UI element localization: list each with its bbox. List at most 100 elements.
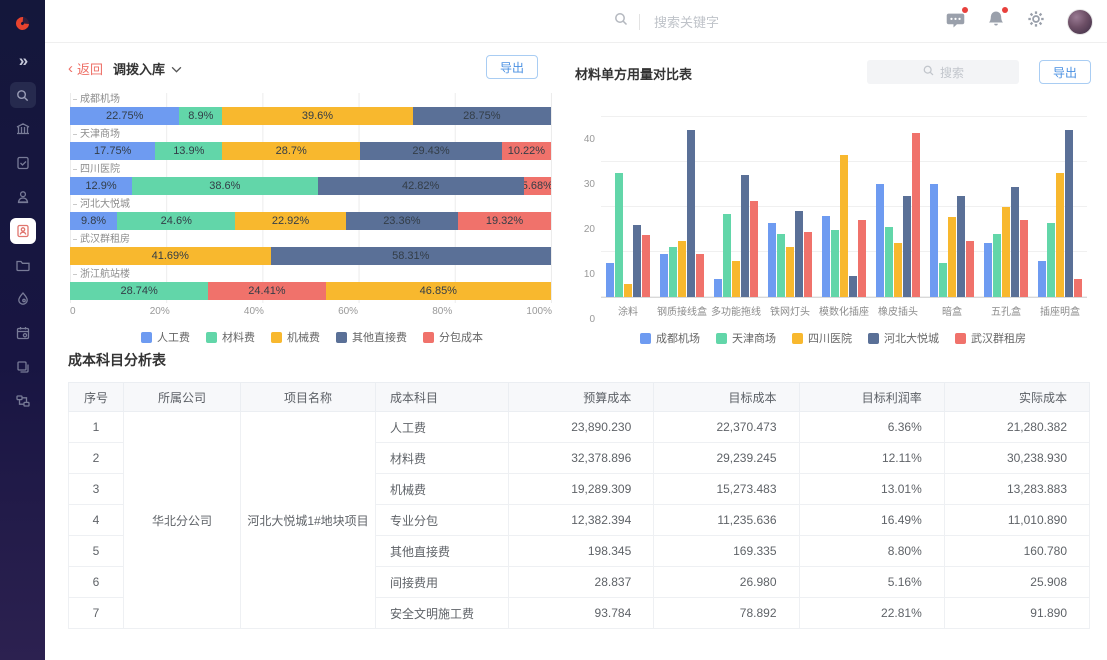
- report-type-dropdown[interactable]: 调拨入库: [113, 59, 182, 78]
- legend-swatch: [336, 332, 347, 343]
- cell-subject: 人工费: [376, 412, 509, 443]
- cell-number: 169.335: [654, 536, 799, 567]
- cost-table-section: 成本科目分析表 序号所属公司项目名称成本科目预算成本目标成本目标利润率实际成本 …: [68, 350, 1090, 629]
- stacked-bar-row: 浙江航站楼28.74%24.41%46.85%: [70, 268, 551, 303]
- bar: [1038, 261, 1046, 297]
- sidebar-item-resources[interactable]: [10, 286, 36, 312]
- bar-group: [1033, 108, 1087, 297]
- x-category-label: 五孔盒: [979, 303, 1033, 318]
- legend-item[interactable]: 分包成本: [423, 329, 483, 345]
- legend-label: 成都机场: [656, 330, 700, 346]
- legend-item[interactable]: 武汉群租房: [955, 330, 1026, 346]
- x-tick-label: 100%: [526, 306, 552, 317]
- sidebar-collapse-button[interactable]: »: [10, 48, 36, 74]
- cell-number: 91.890: [944, 598, 1089, 629]
- cell-number: 16.49%: [799, 505, 944, 536]
- search-input[interactable]: 搜索关键字: [654, 12, 719, 31]
- settings-button[interactable]: [1027, 10, 1045, 33]
- export-button-left[interactable]: 导出: [486, 55, 538, 79]
- material-search-placeholder: 搜索: [940, 64, 964, 81]
- back-button[interactable]: ‹ 返回: [68, 59, 103, 78]
- cell-index: 2: [69, 443, 124, 474]
- stacked-bar-row: 河北大悦城9.8%24.6%22.92%23.36%19.32%: [70, 198, 551, 233]
- bar-group: [979, 108, 1033, 297]
- export-button-right[interactable]: 导出: [1039, 60, 1091, 84]
- sidebar-item-personnel[interactable]: [10, 184, 36, 210]
- cell-index: 1: [69, 412, 124, 443]
- grouped-chart-plot: [601, 108, 1087, 298]
- user-menu[interactable]: [1067, 9, 1093, 35]
- legend-label: 四川医院: [808, 330, 852, 346]
- y-tick-label: 10: [584, 269, 595, 280]
- stacked-chart-legend: 人工费材料费机械费其他直接费分包成本: [68, 329, 556, 345]
- legend-swatch: [206, 332, 217, 343]
- messages-button[interactable]: [946, 10, 965, 34]
- cell-number: 23,890.230: [509, 412, 654, 443]
- search-icon: [15, 88, 30, 103]
- stacked-bar-segment: 39.6%: [222, 107, 412, 125]
- alerts-button[interactable]: [987, 10, 1005, 33]
- sidebar-item-windows[interactable]: [10, 354, 36, 380]
- stacked-row-label: 天津商场: [70, 128, 551, 142]
- cost-table-title: 成本科目分析表: [68, 350, 1090, 370]
- sidebar-item-cost-active[interactable]: [10, 218, 36, 244]
- copy-windows-icon: [15, 359, 31, 375]
- legend-item[interactable]: 天津商场: [716, 330, 776, 346]
- cost-clipboard-icon: [15, 223, 31, 239]
- bar: [660, 254, 668, 297]
- stacked-bar-segment: 46.85%: [326, 282, 551, 300]
- stacked-bar-segment: 22.92%: [235, 212, 345, 230]
- stacked-bar: 41.69%58.31%: [70, 247, 551, 265]
- legend-item[interactable]: 机械费: [271, 329, 320, 345]
- bar: [849, 276, 857, 297]
- legend-item[interactable]: 人工费: [141, 329, 190, 345]
- legend-swatch: [141, 332, 152, 343]
- bar: [633, 225, 641, 297]
- cell-number: 28.837: [509, 567, 654, 598]
- legend-item[interactable]: 河北大悦城: [868, 330, 939, 346]
- sidebar-item-company[interactable]: [10, 116, 36, 142]
- app-logo[interactable]: [10, 10, 36, 36]
- stacked-bar-segment: 9.8%: [70, 212, 117, 230]
- x-tick-label: 60%: [338, 306, 358, 317]
- legend-item[interactable]: 成都机场: [640, 330, 700, 346]
- cell-number: 6.36%: [799, 412, 944, 443]
- bar: [714, 279, 722, 297]
- bar: [876, 184, 884, 297]
- person-icon: [15, 189, 31, 205]
- sidebar-item-approval[interactable]: [10, 150, 36, 176]
- table-row: 1华北分公司河北大悦城1#地块项目人工费23,890.23022,370.473…: [69, 412, 1090, 443]
- bar: [930, 184, 938, 297]
- legend-swatch: [423, 332, 434, 343]
- droplet-icon: [15, 291, 31, 307]
- legend-item[interactable]: 材料费: [206, 329, 255, 345]
- global-search[interactable]: 搜索关键字: [613, 11, 719, 32]
- sidebar: »: [0, 0, 45, 660]
- bar: [642, 235, 650, 297]
- bar: [822, 216, 830, 297]
- cell-number: 12,382.394: [509, 505, 654, 536]
- stacked-bar-segment: 17.75%: [70, 142, 155, 160]
- bar-group: [871, 108, 925, 297]
- cell-number: 22.81%: [799, 598, 944, 629]
- cell-index: 3: [69, 474, 124, 505]
- sidebar-item-search[interactable]: [10, 82, 36, 108]
- bar: [1002, 207, 1010, 297]
- material-search-input[interactable]: 搜索: [867, 60, 1019, 84]
- x-tick-label: 80%: [432, 306, 452, 317]
- legend-item[interactable]: 其他直接费: [336, 329, 407, 345]
- sidebar-item-workflow[interactable]: [10, 388, 36, 414]
- bar: [948, 217, 956, 297]
- cell-number: 11,010.890: [944, 505, 1089, 536]
- sidebar-item-files[interactable]: [10, 252, 36, 278]
- notification-dot: [962, 7, 968, 13]
- bar-group: [655, 108, 709, 297]
- legend-item[interactable]: 四川医院: [792, 330, 852, 346]
- bar: [669, 247, 677, 297]
- cell-number: 30,238.930: [944, 443, 1089, 474]
- bar: [1065, 130, 1073, 297]
- sidebar-item-schedule[interactable]: [10, 320, 36, 346]
- grouped-chart-groups: [601, 108, 1087, 297]
- material-chart-title: 材料单方用量对比表: [575, 64, 692, 83]
- x-tick-label: 0: [70, 306, 76, 317]
